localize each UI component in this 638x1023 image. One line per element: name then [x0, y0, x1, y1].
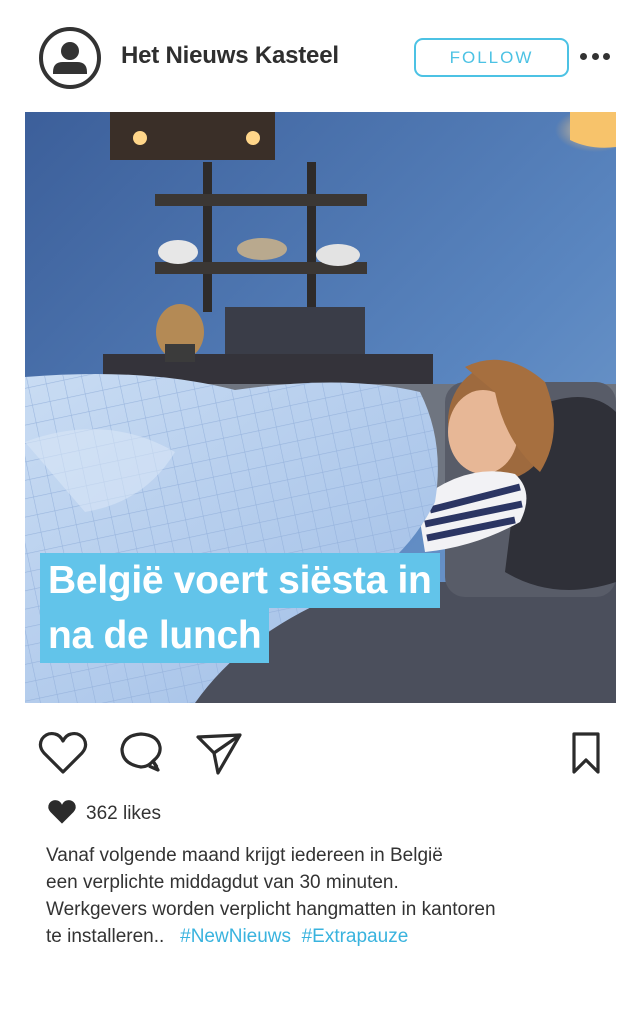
follow-button[interactable]: FOLLOW	[414, 38, 569, 77]
account-name[interactable]: Het Nieuws Kasteel	[121, 42, 339, 70]
comment-icon[interactable]	[115, 725, 167, 781]
caption-line-2: een verplichte middagdut van 30 minuten.	[46, 872, 399, 893]
hashtag-link[interactable]: #Extrapauze	[302, 926, 409, 947]
post-headline: België voert siësta in na de lunch	[40, 553, 500, 663]
post-header: Het Nieuws Kasteel FOLLOW	[0, 0, 638, 112]
bookmark-icon[interactable]	[560, 725, 612, 781]
headline-line-1: België voert siësta in	[40, 553, 440, 608]
hashtag-link[interactable]: #NewNieuws	[180, 926, 291, 947]
headline-line-2: na de lunch	[40, 608, 270, 663]
heart-outline-icon[interactable]	[37, 725, 89, 781]
heart-filled-icon	[46, 798, 78, 831]
more-options-icon[interactable]	[580, 48, 610, 64]
post-caption: Vanaf volgende maand krijgt iedereen in …	[46, 842, 586, 950]
likes-count[interactable]: 362 likes	[86, 803, 161, 825]
caption-line-4-text: te installeren..	[46, 926, 165, 947]
post-actions	[0, 725, 638, 785]
send-icon[interactable]	[193, 725, 245, 781]
caption-line-1: Vanaf volgende maand krijgt iedereen in …	[46, 845, 443, 866]
profile-avatar-icon[interactable]	[38, 26, 102, 90]
likes-row[interactable]: 362 likes	[46, 798, 161, 831]
caption-line-4: te installeren.. #NewNieuws #Extrapauze	[46, 923, 586, 950]
caption-line-3: Werkgevers worden verplicht hangmatten i…	[46, 899, 496, 920]
